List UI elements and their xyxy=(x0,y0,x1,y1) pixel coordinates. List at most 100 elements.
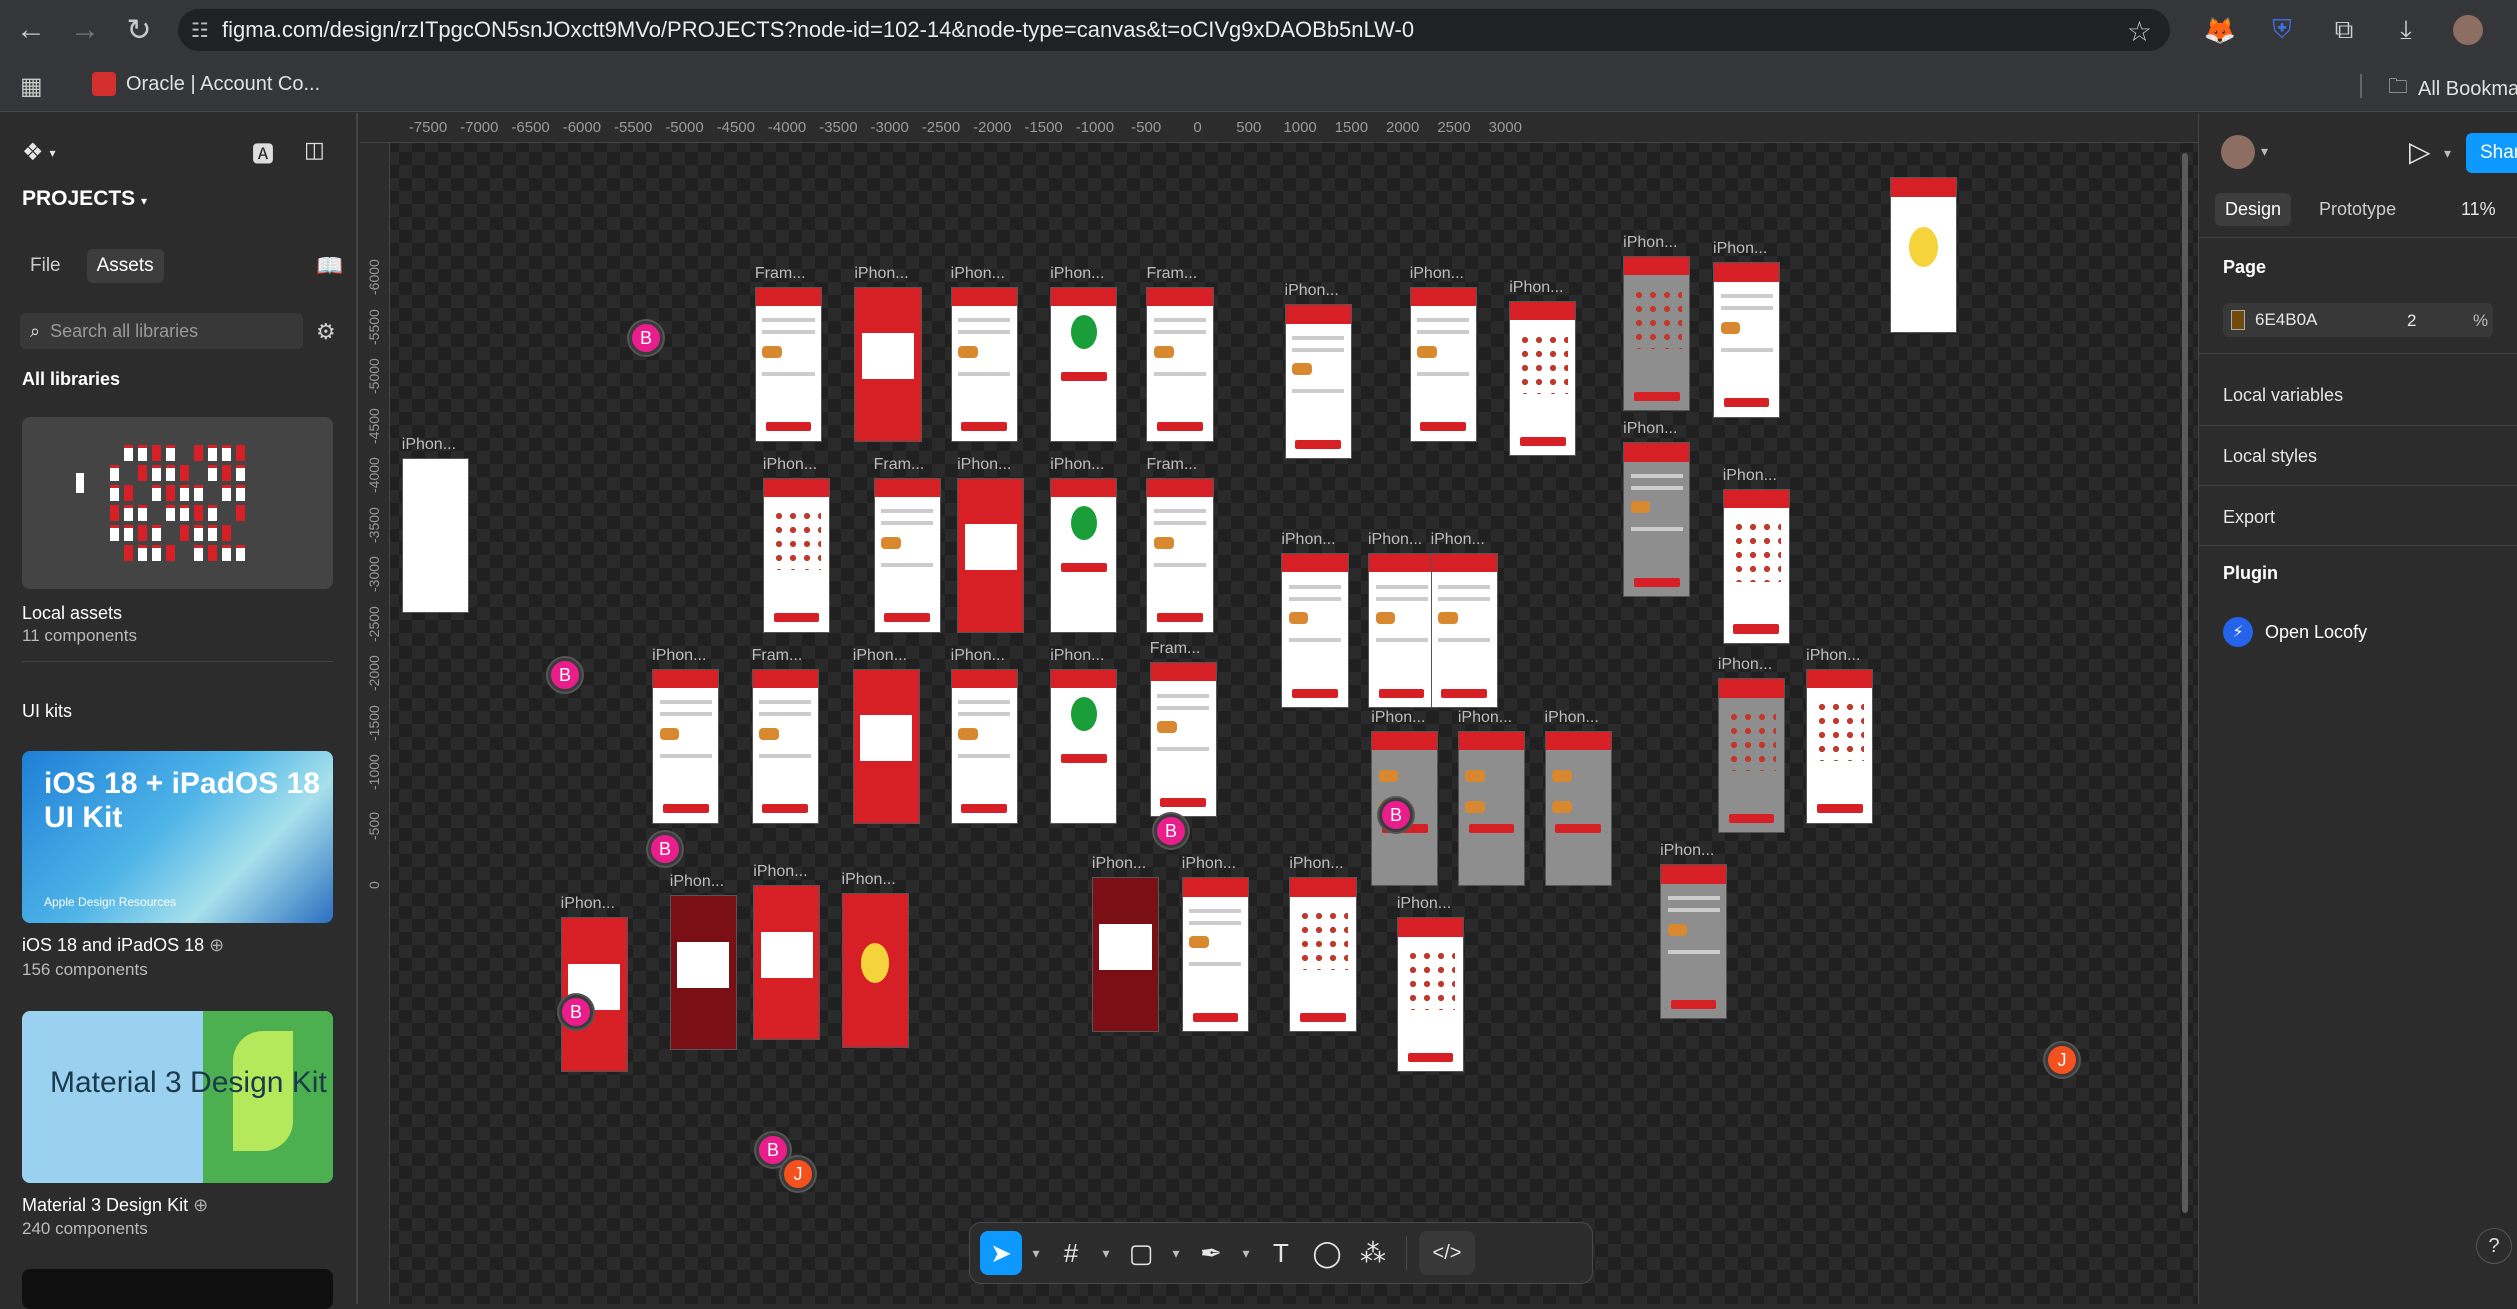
collaborator-badge[interactable]: B xyxy=(629,321,663,355)
canvas-frame[interactable]: iPhon... xyxy=(669,873,737,1050)
frame-label[interactable]: iPhon... xyxy=(842,871,896,889)
sidebar-toggle-icon[interactable]: ◫ xyxy=(304,137,325,169)
export-section[interactable]: Export xyxy=(2223,507,2275,528)
frame-label[interactable]: iPhon... xyxy=(1050,456,1104,474)
canvas-frame[interactable]: iPhon... xyxy=(1623,420,1691,598)
bookmark-star-icon[interactable]: ☆ xyxy=(2127,15,2152,48)
frame-label[interactable]: iPhon... xyxy=(1397,895,1451,913)
frame-label[interactable]: iPhon... xyxy=(1623,420,1677,438)
collaborator-badge[interactable]: B xyxy=(548,658,582,692)
frame-label[interactable]: Fram... xyxy=(1150,640,1201,658)
dev-mode-icon[interactable]: </> xyxy=(1419,1231,1475,1275)
canvas-frame[interactable]: iPhon... xyxy=(1050,456,1118,633)
ios-kit-name[interactable]: iOS 18 and iPadOS 18 ⊕ xyxy=(22,935,224,956)
user-avatar[interactable] xyxy=(2221,135,2255,169)
chevron-down-icon[interactable]: ▾ xyxy=(1166,1231,1186,1275)
collaborator-badge[interactable]: B xyxy=(648,832,682,866)
canvas-frame[interactable]: iPhon... xyxy=(401,436,469,614)
main-menu[interactable]: ❖ ▾ xyxy=(22,138,56,167)
canvas-frame[interactable]: iPhon... xyxy=(950,647,1018,824)
frame-label[interactable]: iPhon... xyxy=(1723,467,1777,485)
frame-label[interactable]: iPhon... xyxy=(1623,234,1677,252)
frame-label[interactable]: iPhon... xyxy=(1289,855,1343,873)
move-tool-icon[interactable]: ➤ xyxy=(980,1231,1022,1275)
canvas-frame[interactable]: iPhon... xyxy=(1091,855,1160,1033)
material-kit-name[interactable]: Material 3 Design Kit ⊕ xyxy=(22,1195,208,1216)
frame-label[interactable]: iPhon... xyxy=(1371,709,1425,727)
chevron-down-icon[interactable]: ▾ xyxy=(1096,1231,1116,1275)
comment-tool-icon[interactable]: ◯ xyxy=(1306,1231,1348,1275)
tab-design[interactable]: Design xyxy=(2215,193,2292,226)
frame-label[interactable]: iPhon... xyxy=(1718,656,1772,674)
frame-label[interactable]: iPhon... xyxy=(853,647,907,665)
library-card-preview[interactable] xyxy=(22,1269,333,1309)
canvas-frame[interactable]: Fram... xyxy=(873,456,941,633)
canvas-frame[interactable]: iPhon... xyxy=(1623,234,1691,412)
canvas-frame[interactable]: iPhon... xyxy=(957,456,1025,633)
reload-icon[interactable]: ↻ xyxy=(112,0,166,60)
downloads-icon[interactable]: ⤓ xyxy=(2386,10,2426,50)
canvas-frame[interactable]: Fram... xyxy=(1149,640,1217,818)
frame-label[interactable]: iPhon... xyxy=(1092,855,1146,873)
collaborator-badge[interactable]: J xyxy=(2045,1043,2079,1077)
page-color-hex[interactable]: 6E4B0A xyxy=(2255,310,2317,330)
collaborator-badge[interactable]: B xyxy=(559,995,593,1029)
canvas-frame[interactable]: iPhon... xyxy=(1509,279,1577,457)
canvas-frame[interactable]: iPhon... xyxy=(852,647,920,824)
canvas-frame[interactable]: iPhon... xyxy=(1281,531,1349,709)
frame-label[interactable]: Fram... xyxy=(1146,265,1197,283)
canvas-frame[interactable]: iPhon... xyxy=(1181,855,1249,1033)
actions-tool-icon[interactable]: ⁂ xyxy=(1352,1231,1394,1275)
present-play-icon[interactable]: ▷ xyxy=(2409,135,2431,168)
share-button[interactable]: Share xyxy=(2466,133,2517,173)
canvas-frame[interactable]: iPhon... xyxy=(1050,647,1118,824)
frame-label[interactable]: iPhon... xyxy=(1806,647,1860,665)
frame-label[interactable]: iPhon... xyxy=(763,456,817,474)
chevron-down-icon[interactable]: ▾ xyxy=(1236,1231,1256,1275)
frame-label[interactable]: iPhon... xyxy=(1545,709,1599,727)
frame-label[interactable]: iPhon... xyxy=(652,647,706,665)
canvas-frame[interactable]: iPhon... xyxy=(1367,531,1436,709)
canvas-frame[interactable]: iPhon... xyxy=(1396,895,1465,1073)
canvas-frame[interactable]: iPhon... xyxy=(950,265,1018,442)
frame-label[interactable]: iPhon... xyxy=(854,265,908,283)
tab-assets[interactable]: Assets xyxy=(86,249,164,283)
local-assets-preview[interactable] xyxy=(22,417,333,589)
canvas-frame[interactable]: iPhon... xyxy=(841,871,909,1049)
page-background-color[interactable]: 6E4B0A 2 % xyxy=(2223,303,2493,337)
frame-label[interactable]: iPhon... xyxy=(951,647,1005,665)
tab-file[interactable]: File xyxy=(20,249,71,283)
canvas-frame[interactable]: iPhon... xyxy=(1457,709,1526,887)
frame-tool-icon[interactable]: # xyxy=(1050,1231,1092,1275)
material-kit-preview[interactable]: Material 3 Design Kit xyxy=(22,1011,333,1183)
frame-label[interactable]: iPhon... xyxy=(1458,709,1512,727)
library-book-icon[interactable]: 📖 xyxy=(316,253,343,279)
frame-label[interactable]: iPhon... xyxy=(402,436,456,454)
frame-label[interactable]: iPhon... xyxy=(1281,531,1335,549)
canvas-frame[interactable]: Fram... xyxy=(1146,265,1214,442)
address-bar[interactable]: ☷ figma.com/design/rzITpgcON5snJOxctt9MV… xyxy=(178,9,2170,51)
canvas-frame[interactable]: iPhon... xyxy=(854,265,922,442)
canvas-frame[interactable]: iPhon... xyxy=(762,456,831,633)
frame-label[interactable]: iPhon... xyxy=(1182,855,1236,873)
search-input[interactable] xyxy=(50,320,281,342)
back-icon[interactable]: ← xyxy=(4,0,58,60)
collaborator-badge[interactable]: B xyxy=(1379,798,1413,832)
frame-label[interactable]: iPhon... xyxy=(957,456,1011,474)
help-icon[interactable]: ? xyxy=(2476,1228,2512,1264)
ios-kit-preview[interactable]: iOS 18 + iPadOS 18 UI Kit Apple Design R… xyxy=(22,751,333,923)
frame-label[interactable]: iPhon... xyxy=(1660,842,1714,860)
file-title[interactable]: PROJECTS ▾ xyxy=(22,187,147,211)
filter-sliders-icon[interactable]: ⚙ xyxy=(316,319,336,345)
collaborator-badge[interactable]: J xyxy=(781,1157,815,1191)
canvas-frame[interactable]: iPhon... xyxy=(1409,265,1477,442)
frame-label[interactable]: iPhon... xyxy=(1050,647,1104,665)
profile-avatar-icon[interactable] xyxy=(2448,10,2488,50)
frame-label[interactable]: iPhon... xyxy=(1050,265,1104,283)
canvas-frame[interactable]: Fram... xyxy=(751,647,819,824)
design-canvas[interactable]: Fram... iPhon... iPhon... iPhon... Fram... iP… xyxy=(360,113,2198,1304)
frame-label[interactable]: iPhon... xyxy=(1509,279,1563,297)
chevron-down-icon[interactable]: ▾ xyxy=(2261,143,2268,160)
canvas-frame[interactable]: iPhon... xyxy=(1806,647,1874,824)
library-search[interactable]: ⌕ xyxy=(20,313,303,349)
